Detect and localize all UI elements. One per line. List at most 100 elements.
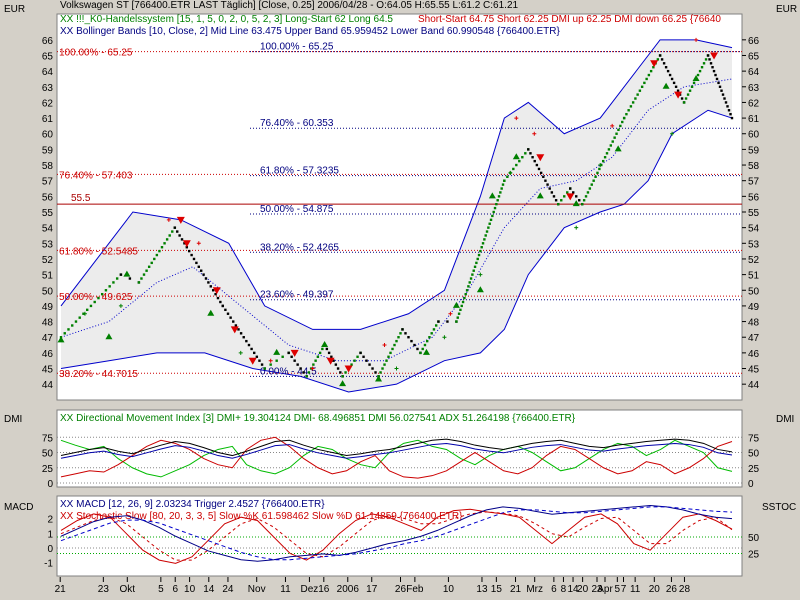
price-point: [672, 81, 676, 85]
price-point: [495, 202, 498, 206]
price-point: [393, 343, 396, 347]
right-unit-label: EUR: [776, 4, 797, 15]
price-point: [698, 69, 702, 73]
x-tick-label: Okt: [120, 584, 136, 595]
x-tick-label: Dez: [301, 584, 319, 595]
price-point: [483, 238, 486, 241]
price-point: [521, 156, 524, 159]
price-point: [476, 257, 479, 261]
price-point: [237, 328, 240, 331]
price-point: [625, 112, 628, 116]
price-point: [546, 183, 549, 186]
price-point: [622, 116, 626, 120]
price-point: [615, 132, 618, 135]
price-point: [381, 367, 384, 370]
price-point: [100, 292, 104, 296]
price-point: [269, 363, 272, 366]
price-point: [137, 281, 141, 284]
price-point: [168, 234, 171, 237]
price-point: [720, 89, 723, 92]
price-point: [535, 163, 539, 167]
price-point: [397, 336, 400, 339]
price-point: [171, 230, 174, 233]
price-header-title: Volkswagen ST [766400.ETR LAST Täglich] …: [60, 0, 519, 11]
price-point: [178, 234, 181, 237]
fib-left-label: 76.40% - 57.403: [59, 170, 133, 181]
y-tick-label-right: 45: [748, 365, 760, 376]
price-point: [552, 195, 556, 198]
price-point: [578, 199, 581, 202]
price-point: [383, 363, 386, 366]
bollinger-legend: XX Bollinger Bands [10, Close, 2] Mid Li…: [60, 26, 560, 37]
price-point: [78, 316, 81, 319]
price-point: [686, 93, 690, 96]
y-tick-label-right: 50: [748, 286, 760, 297]
price-point: [586, 191, 590, 194]
price-point: [219, 300, 222, 304]
price-point: [497, 195, 501, 198]
price-point: [250, 347, 253, 351]
price-point: [359, 351, 362, 355]
price-point: [362, 355, 365, 358]
price-point: [533, 159, 536, 163]
dmi-left-label: DMI: [4, 414, 22, 425]
price-point: [401, 328, 404, 331]
price-point: [74, 320, 78, 323]
price-point: [195, 261, 198, 265]
price-point: [680, 97, 684, 100]
price-point: [467, 285, 470, 288]
price-point: [119, 273, 123, 276]
macd-tick-left: 2: [47, 515, 53, 526]
fib-mid-label: 23.60% - 49.397: [260, 290, 334, 301]
support-label: 55.5: [71, 193, 91, 204]
price-point: [560, 199, 563, 202]
price-point: [566, 191, 569, 194]
price-point: [115, 277, 119, 280]
price-point: [692, 81, 696, 85]
x-tick-label: 15: [491, 584, 503, 595]
price-point: [226, 312, 230, 315]
x-tick-label: Mrz: [526, 584, 543, 595]
fib-left-label: 61.80% - 52.5485: [59, 246, 138, 257]
fib-mid-label: 61.80% - 57.3235: [260, 166, 339, 177]
price-point: [142, 273, 146, 276]
price-point: [617, 128, 620, 132]
price-point: [634, 97, 637, 100]
left-unit-label: EUR: [4, 4, 25, 15]
price-point: [93, 300, 96, 304]
y-tick-label-left: 53: [42, 239, 54, 250]
price-point: [190, 253, 193, 257]
price-point: [718, 85, 722, 88]
x-tick-label: 6: [551, 584, 557, 595]
price-point: [706, 54, 710, 57]
price-point: [293, 359, 296, 362]
price-point: [627, 109, 630, 112]
price-point: [456, 316, 459, 319]
price-point: [128, 277, 132, 280]
price-point: [153, 257, 156, 261]
price-point: [544, 179, 547, 182]
price-point: [327, 351, 331, 355]
price-point: [590, 183, 593, 186]
price-point: [557, 202, 560, 206]
price-point: [461, 300, 465, 304]
price-point: [344, 371, 347, 374]
price-point: [221, 304, 224, 308]
price-point: [539, 171, 543, 175]
price-point: [209, 285, 212, 288]
y-tick-label-right: 65: [748, 51, 760, 62]
price-point: [501, 183, 505, 186]
x-tick-label: 20: [649, 584, 661, 595]
price-point: [239, 332, 243, 335]
fib-mid-label: 76.40% - 60.353: [260, 118, 334, 129]
price-point: [613, 136, 616, 139]
y-tick-label-left: 45: [42, 365, 54, 376]
price-point: [726, 105, 729, 108]
price-point: [216, 296, 220, 300]
price-point: [717, 81, 720, 85]
price-point: [302, 371, 305, 374]
y-tick-label-left: 54: [42, 224, 54, 235]
price-point: [563, 195, 566, 198]
price-point: [437, 320, 440, 323]
price-point: [325, 347, 329, 351]
